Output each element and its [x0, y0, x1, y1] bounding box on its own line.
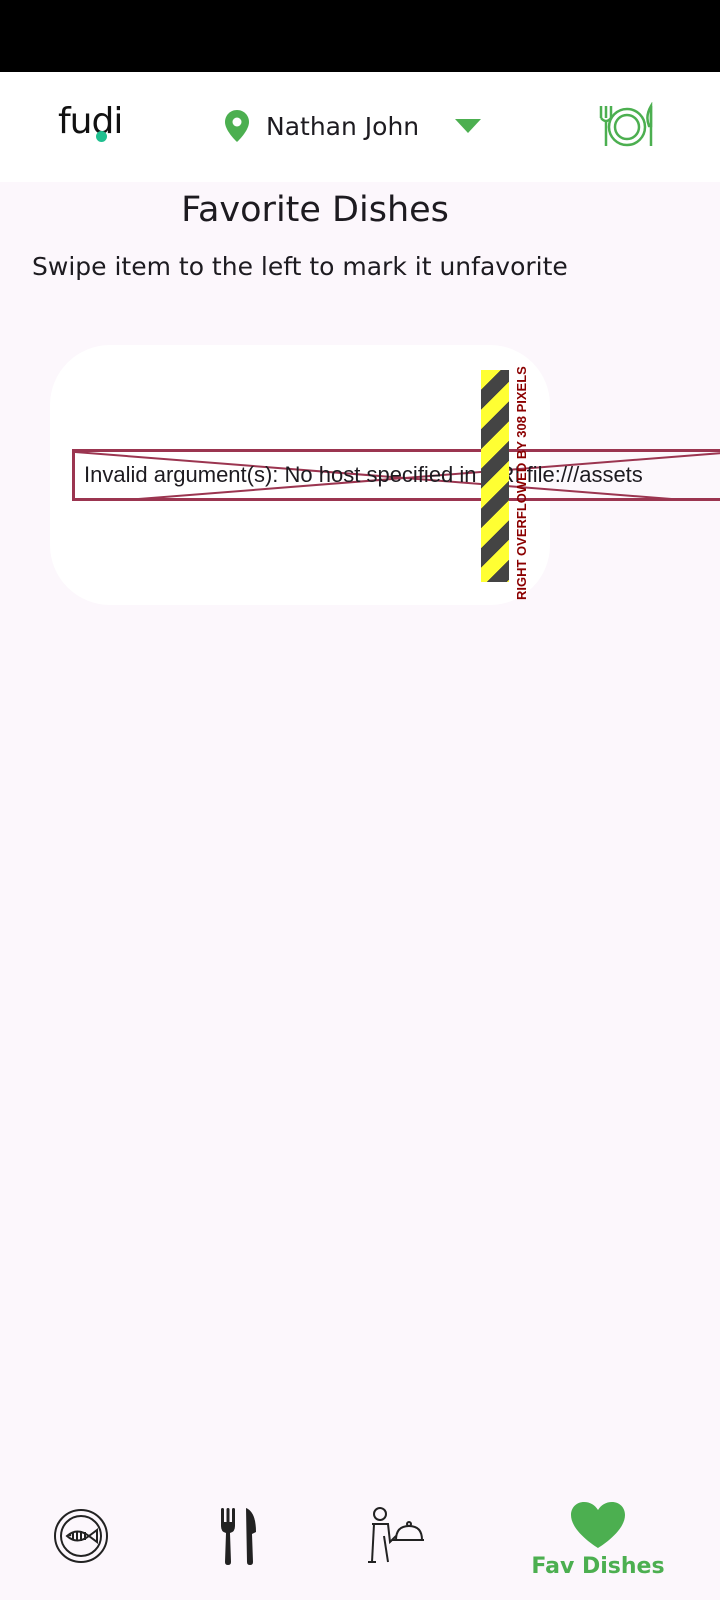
- location-selector[interactable]: Nathan John: [224, 106, 482, 146]
- nav-item-dishes[interactable]: [53, 1508, 109, 1568]
- nav-item-fav-dishes[interactable]: Fav Dishes: [530, 1500, 666, 1579]
- user-name: Nathan John: [266, 111, 420, 141]
- overflow-warning-stripe: [481, 370, 509, 582]
- nav-item-service[interactable]: [366, 1506, 426, 1570]
- error-message: Invalid argument(s): No host specified i…: [84, 462, 643, 487]
- app-logo: fudi: [58, 101, 123, 142]
- fish-plate-icon: [54, 1509, 108, 1563]
- location-pin-icon: [225, 110, 249, 142]
- plate-cutlery-icon[interactable]: [596, 102, 658, 150]
- heart-icon: [571, 1502, 625, 1548]
- page-subtitle: Swipe item to the left to mark it unfavo…: [32, 252, 568, 281]
- waiter-icon: [368, 1507, 424, 1563]
- nav-item-restaurants[interactable]: [220, 1506, 260, 1570]
- overflow-warning-label: RIGHT OVERFLOWED BY 308 PIXELS: [514, 366, 529, 600]
- status-bar: [0, 0, 720, 72]
- bottom-navigation: Fav Dishes: [0, 1496, 720, 1600]
- fork-knife-icon: [221, 1508, 256, 1565]
- image-error-box: Invalid argument(s): No host specified i…: [72, 449, 720, 501]
- logo-text: fudi: [58, 101, 123, 142]
- app-header: fudi Nathan John: [0, 72, 720, 182]
- caret-down-icon: [455, 119, 482, 133]
- page-title: Favorite Dishes: [181, 190, 449, 230]
- nav-label-fav-dishes: Fav Dishes: [531, 1554, 665, 1579]
- logo-dot: [96, 131, 107, 142]
